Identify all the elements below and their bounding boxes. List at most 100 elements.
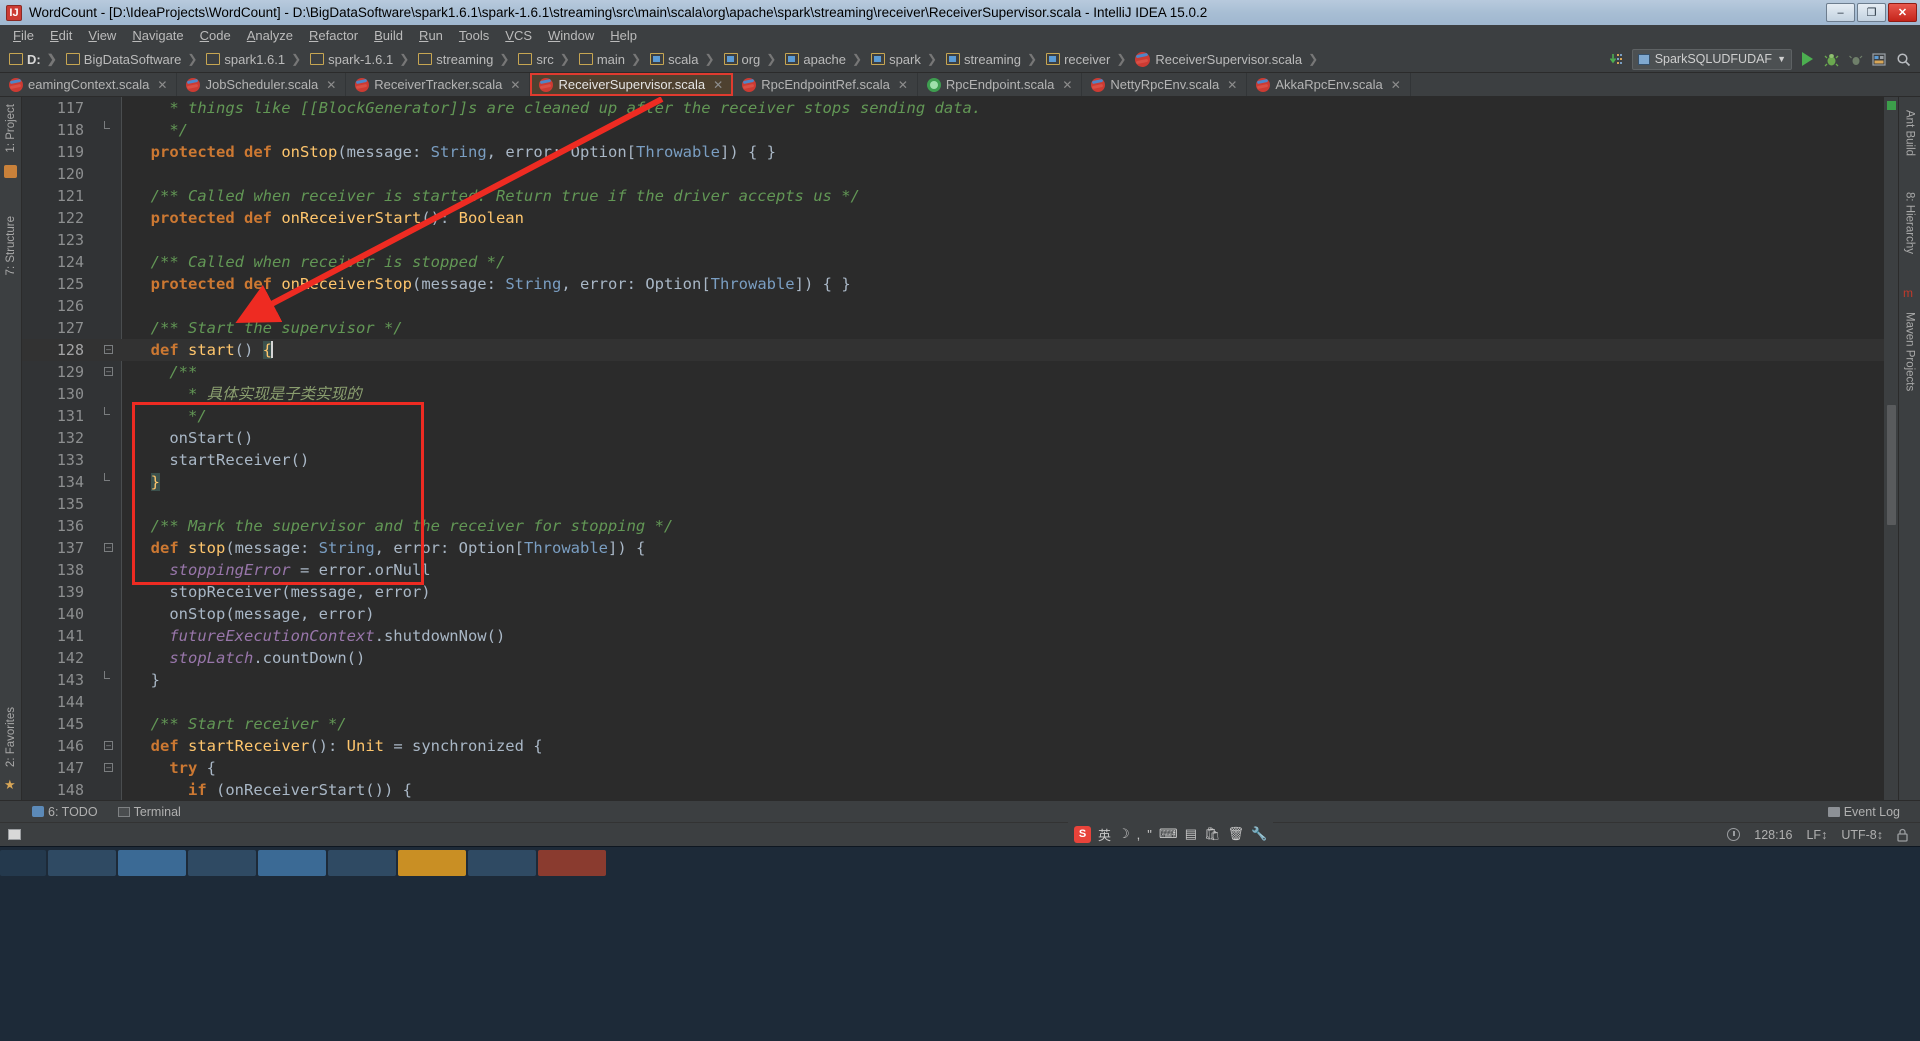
breadcrumb-item-receiver[interactable]: receiver ❯ [1043,51,1132,68]
code-line[interactable]: 127 /** Start the supervisor */ [22,317,1898,339]
editor-tab-rpcendpointref-scala[interactable]: RpcEndpointRef.scala ✕ [733,73,918,96]
fold-marker-open[interactable]: – [104,367,113,376]
close-icon[interactable]: ✕ [1227,78,1237,92]
code-line[interactable]: 146 – def startReceiver(): Unit = synchro… [22,735,1898,757]
code-line[interactable]: 141 futureExecutionContext.shutdownNow() [22,625,1898,647]
error-stripe-marker[interactable] [1887,101,1896,110]
code-line[interactable]: 125 protected def onReceiverStop(message… [22,273,1898,295]
code-line[interactable]: 124 /** Called when receiver is stopped … [22,251,1898,273]
close-icon[interactable]: ✕ [326,78,336,92]
breadcrumb-item-bigdatasoftware[interactable]: BigDataSoftware ❯ [63,51,204,68]
run-with-coverage-button[interactable] [1847,51,1864,68]
breadcrumb-item-apache[interactable]: apache ❯ [782,51,868,68]
tool-window-maven-projects[interactable]: Maven Projects [1904,305,1916,398]
hide-tool-windows-icon[interactable] [8,829,21,840]
menu-item-run[interactable]: Run [411,27,451,44]
fold-marker-end[interactable] [104,121,110,129]
breadcrumb-item-spark[interactable]: spark ❯ [868,51,943,68]
taskbar-item-1[interactable] [48,850,116,876]
taskbar-item-3[interactable] [188,850,256,876]
tool-window-project[interactable]: 1: Project [5,97,17,160]
menu-item-help[interactable]: Help [602,27,645,44]
tool-window-todo[interactable]: 6: TODO [22,805,108,819]
fold-marker-end[interactable] [104,473,110,481]
code-line[interactable]: 118 */ [22,119,1898,141]
fold-marker-open[interactable]: – [104,741,113,750]
line-separator[interactable]: LF↕ [1806,828,1827,842]
fold-marker-end[interactable] [104,407,110,415]
bag-icon[interactable]: 🛍 [1204,826,1221,842]
run-button[interactable] [1799,51,1816,68]
toolbox-icon[interactable]: ▤ [1185,826,1197,842]
code-line[interactable]: 147 – try { [22,757,1898,779]
editor-tab-eamingcontext-scala[interactable]: eamingContext.scala ✕ [0,73,178,96]
moon-icon[interactable]: ☽ [1118,826,1130,842]
menu-item-edit[interactable]: Edit [42,27,80,44]
breadcrumb-item-streaming[interactable]: streaming ❯ [415,51,515,68]
minimize-button[interactable]: – [1826,3,1855,22]
taskbar-item-6[interactable] [468,850,536,876]
close-icon[interactable]: ✕ [1062,78,1072,92]
menu-item-analyze[interactable]: Analyze [239,27,301,44]
code-line[interactable]: 140 onStop(message, error) [22,603,1898,625]
code-line[interactable]: 129 – /** [22,361,1898,383]
menu-item-window[interactable]: Window [540,27,602,44]
taskbar-item-4[interactable] [258,850,326,876]
code-line[interactable]: 120 [22,163,1898,185]
code-editor[interactable]: 117 * things like [[BlockGenerator]]s ar… [22,97,1898,800]
menu-item-navigate[interactable]: Navigate [124,27,191,44]
code-line[interactable]: 131 */ [22,405,1898,427]
code-line[interactable]: 138 stoppingError = error.orNull [22,559,1898,581]
code-line[interactable]: 135 [22,493,1898,515]
update-project-icon[interactable] [1608,51,1625,68]
editor-vertical-scrollbar[interactable] [1884,97,1898,800]
tool-window-ant-build[interactable]: Ant Build [1904,103,1916,163]
code-line[interactable]: 132 onStart() [22,427,1898,449]
start-button[interactable] [0,850,46,876]
menu-item-code[interactable]: Code [192,27,239,44]
taskbar-item-2[interactable] [118,850,186,876]
code-line[interactable]: 123 [22,229,1898,251]
breadcrumb-item-spark-1-6-1[interactable]: spark-1.6.1 ❯ [307,51,415,68]
run-configuration-selector[interactable]: SparkSQLUDFUDAF ▼ [1631,48,1792,70]
close-icon[interactable]: ✕ [1391,78,1401,92]
maximize-button[interactable]: ❐ [1857,3,1886,22]
code-line[interactable]: 142 stopLatch.countDown() [22,647,1898,669]
editor-tab-receivertracker-scala[interactable]: ReceiverTracker.scala ✕ [346,73,531,96]
menu-item-refactor[interactable]: Refactor [301,27,366,44]
code-line[interactable]: 137 – def stop(message: String, error: Op… [22,537,1898,559]
code-line[interactable]: 122 protected def onReceiverStart(): Boo… [22,207,1898,229]
fold-marker-open[interactable]: – [104,543,113,552]
ime-mode-label[interactable]: 英 [1098,825,1111,844]
tool-window-hierarchy[interactable]: 8: Hierarchy [1904,185,1916,261]
breadcrumb-item-src[interactable]: src ❯ [515,51,575,68]
close-icon[interactable]: ✕ [898,78,908,92]
taskbar-item-7[interactable] [538,850,606,876]
close-icon[interactable]: ✕ [510,78,520,92]
close-icon[interactable]: ✕ [157,78,167,92]
editor-tab-rpcendpoint-scala[interactable]: RpcEndpoint.scala ✕ [918,73,1083,96]
search-everywhere-icon[interactable] [1895,51,1912,68]
code-line[interactable]: 143 } [22,669,1898,691]
code-line[interactable]: 126 [22,295,1898,317]
code-line[interactable]: 119 protected def onStop(message: String… [22,141,1898,163]
tool-window-favorites[interactable]: 2: Favorites [5,700,17,774]
breadcrumb-item-scala[interactable]: scala ❯ [647,51,720,68]
code-line[interactable]: 134 } [22,471,1898,493]
event-log-button[interactable]: Event Log [1818,805,1910,819]
breadcrumb-item-receiversupervisor-scala[interactable]: ReceiverSupervisor.scala ❯ [1132,51,1324,68]
breadcrumb-item-d-[interactable]: D: ❯ [6,51,63,68]
menu-item-build[interactable]: Build [366,27,411,44]
code-line[interactable]: 130 * 具体实现是子类实现的 [22,383,1898,405]
breadcrumb-item-org[interactable]: org ❯ [721,51,783,68]
fold-marker-open[interactable]: – [104,763,113,772]
editor-tab-jobscheduler-scala[interactable]: JobScheduler.scala ✕ [177,73,347,96]
sogou-logo-icon[interactable]: S [1074,825,1091,843]
taskbar-item-idea[interactable] [398,850,466,876]
debug-button[interactable] [1823,51,1840,68]
breadcrumb-item-streaming[interactable]: streaming ❯ [943,51,1043,68]
keyboard-icon[interactable]: ⌨ [1159,826,1178,842]
code-line[interactable]: 139 stopReceiver(message, error) [22,581,1898,603]
file-encoding[interactable]: UTF-8↕ [1841,828,1883,842]
trash-icon[interactable]: 🗑 [1228,826,1245,842]
